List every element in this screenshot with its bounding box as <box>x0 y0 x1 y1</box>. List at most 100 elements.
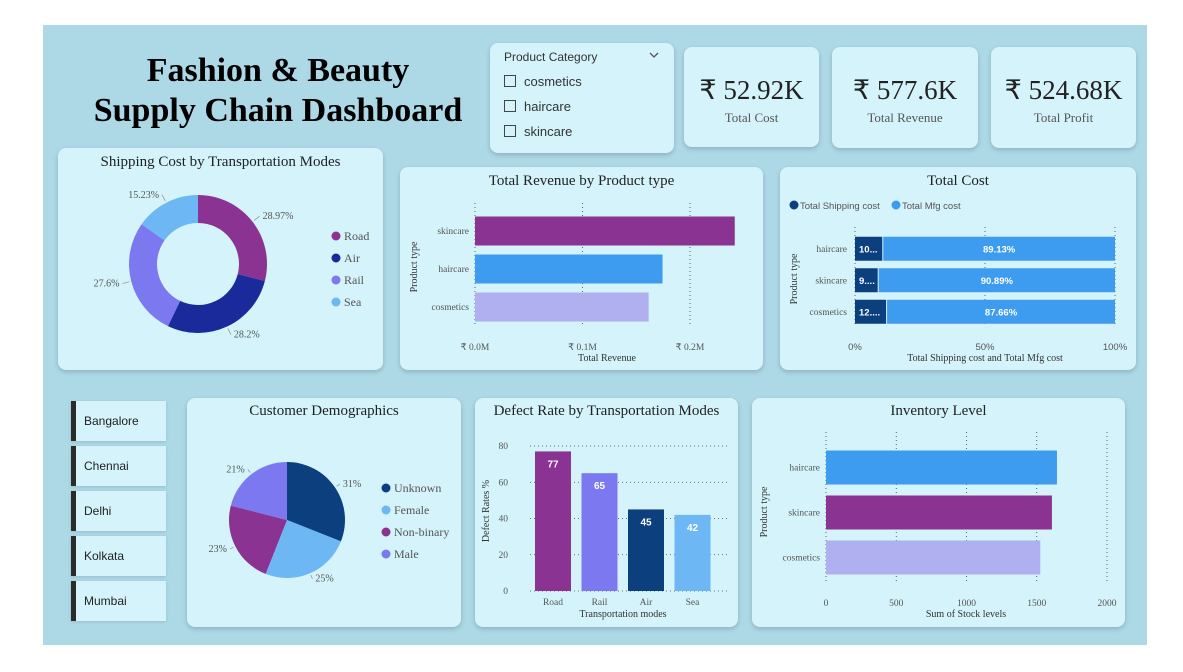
data-label: 15.23% <box>128 190 159 201</box>
x-tick-label: 100% <box>1103 342 1128 353</box>
defect-rate-bar-chart: 0 20 40 60 80 77 Road 65 Rail 45 Air 42 Sea Transport… <box>481 442 730 620</box>
legend-marker <box>331 231 341 241</box>
data-label: 65 <box>594 481 606 492</box>
kpi-label: Total Profit <box>1033 110 1094 125</box>
y-tick-label: haircare <box>816 245 847 255</box>
y-tick-label: 80 <box>499 442 509 452</box>
inventory-level-card: Inventory Level 0 500 1000 1500 2000 haircare… <box>752 398 1125 627</box>
legend-label: Road <box>344 229 369 243</box>
product-category-slicer[interactable]: Product Category cosmetics haircare skin… <box>490 43 674 153</box>
total-cost-card: Total Cost 0% 50% 100% Total Shipping cost T… <box>780 167 1136 370</box>
bar-cosmetics <box>475 292 649 322</box>
legend-label: Air <box>344 251 360 265</box>
legend-marker <box>331 253 341 263</box>
bar-cosmetics <box>826 540 1041 575</box>
data-label: 31% <box>343 479 361 490</box>
legend-marker <box>381 483 391 493</box>
x-axis-title: Sum of Stock levels <box>926 609 1006 620</box>
x-tick-label: Rail <box>592 598 608 608</box>
data-label: 87.66% <box>985 307 1018 318</box>
dashboard-title-line2: Supply Chain Dashboard <box>93 92 463 129</box>
city-button-delhi[interactable]: Delhi <box>71 491 166 531</box>
x-axis-title: Transportation modes <box>579 609 666 620</box>
checkbox[interactable] <box>504 100 516 112</box>
data-label: 10... <box>859 244 878 255</box>
x-tick-label: 500 <box>889 599 904 609</box>
kpi-label: Total Revenue <box>867 110 943 125</box>
y-tick-label: 40 <box>499 515 509 525</box>
data-label: 28.2% <box>234 330 260 341</box>
chevron-down-icon[interactable] <box>648 49 660 61</box>
data-label: 42 <box>687 523 699 534</box>
legend-marker <box>381 549 391 559</box>
inventory-bar-chart: 0 500 1000 1500 2000 haircare skincare cosmetic… <box>759 432 1117 620</box>
leader-line <box>229 546 234 550</box>
checkbox[interactable] <box>504 125 516 137</box>
pie-slice-road <box>198 195 267 282</box>
legend-label: Non-binary <box>394 525 449 539</box>
leader-line <box>247 469 251 473</box>
x-tick-label: 0 <box>824 599 829 609</box>
slicer-option-skincare[interactable]: skincare <box>504 121 572 141</box>
x-tick-label: ₹ 0.1M <box>568 342 597 353</box>
leader-line <box>253 215 260 221</box>
defect-rate-card: Defect Rate by Transportation Modes 0 20 4… <box>475 398 738 627</box>
data-label: 23% <box>209 544 227 555</box>
slicer-option-cosmetics[interactable]: cosmetics <box>504 71 582 91</box>
kpi-card-total-profit: ₹ 524.68K Total Profit <box>991 47 1136 148</box>
slicer-option-haircare[interactable]: haircare <box>504 96 571 116</box>
leader-line <box>122 281 130 284</box>
y-tick-label: skincare <box>437 227 469 237</box>
city-button-bangalore[interactable]: Bangalore <box>71 401 166 441</box>
y-tick-label: cosmetics <box>783 554 821 564</box>
data-label: 25% <box>315 574 333 585</box>
kpi-card-total-cost: ₹ 52.92K Total Cost <box>684 47 819 147</box>
x-tick-label: 50% <box>975 342 995 353</box>
bar-road <box>535 451 571 591</box>
bar-haircare <box>475 254 663 284</box>
city-button-chennai[interactable]: Chennai <box>71 446 166 486</box>
kpi-card-total-revenue: ₹ 577.6K Total Revenue <box>832 47 978 148</box>
x-axis-title: Total Revenue <box>578 353 636 364</box>
legend-label: Total Shipping cost <box>800 201 880 212</box>
x-axis-title: Total Shipping cost and Total Mfg cost <box>907 353 1063 364</box>
shipping-cost-donut-card: Shipping Cost by Transportation Modes 28… <box>58 148 383 370</box>
kpi-label: Total Cost <box>724 110 779 125</box>
kpi-value: ₹ 524.68K <box>1004 75 1123 105</box>
legend-marker <box>789 200 799 210</box>
leader-line <box>227 328 232 335</box>
legend-label: Female <box>394 503 429 517</box>
y-tick-label: 0 <box>503 587 508 597</box>
leader-line <box>161 194 166 202</box>
x-tick-label: Road <box>543 598 563 608</box>
y-axis-title: Product type <box>759 486 770 537</box>
legend-label: Male <box>394 547 419 561</box>
legend-label: Sea <box>344 295 362 309</box>
slicer-option-label: skincare <box>524 123 573 139</box>
y-tick-label: haircare <box>789 464 820 474</box>
legend-marker <box>381 527 391 537</box>
data-label: 77 <box>547 459 559 470</box>
y-tick-label: skincare <box>815 276 847 286</box>
city-button-kolkata[interactable]: Kolkata <box>71 536 166 576</box>
dashboard-title: Fashion & Beauty Supply Chain Dashboard <box>58 51 498 131</box>
legend-marker <box>331 275 341 285</box>
x-tick-label: 0% <box>848 342 862 353</box>
y-tick-label: cosmetics <box>432 303 470 313</box>
kpi-value: ₹ 52.92K <box>699 75 804 105</box>
pie-slice-air <box>167 274 265 333</box>
shipping-cost-donut-chart: 28.97% 28.2% 27.6% 15.23% Road Air Rail Sea <box>94 190 370 341</box>
checkbox[interactable] <box>504 75 516 87</box>
customer-demographics-card: Customer Demographics 31% 25% 23% 21% Unknow… <box>187 398 461 627</box>
revenue-bar-chart: ₹ 0.0M ₹ 0.1M ₹ 0.2M skincare haircare cosmet… <box>409 203 735 364</box>
revenue-by-product-card: Total Revenue by Product type ₹ 0.0M ₹ 0.… <box>400 167 763 370</box>
kpi-value: ₹ 577.6K <box>852 75 958 105</box>
y-axis-title: Product type <box>789 253 800 304</box>
data-label: 90.89% <box>981 276 1014 287</box>
data-label: 89.13% <box>983 244 1016 255</box>
legend-marker <box>381 505 391 515</box>
legend-label: Unknown <box>394 481 441 495</box>
legend-marker <box>331 297 341 307</box>
city-button-mumbai[interactable]: Mumbai <box>71 581 166 621</box>
bar-skincare <box>475 216 735 246</box>
